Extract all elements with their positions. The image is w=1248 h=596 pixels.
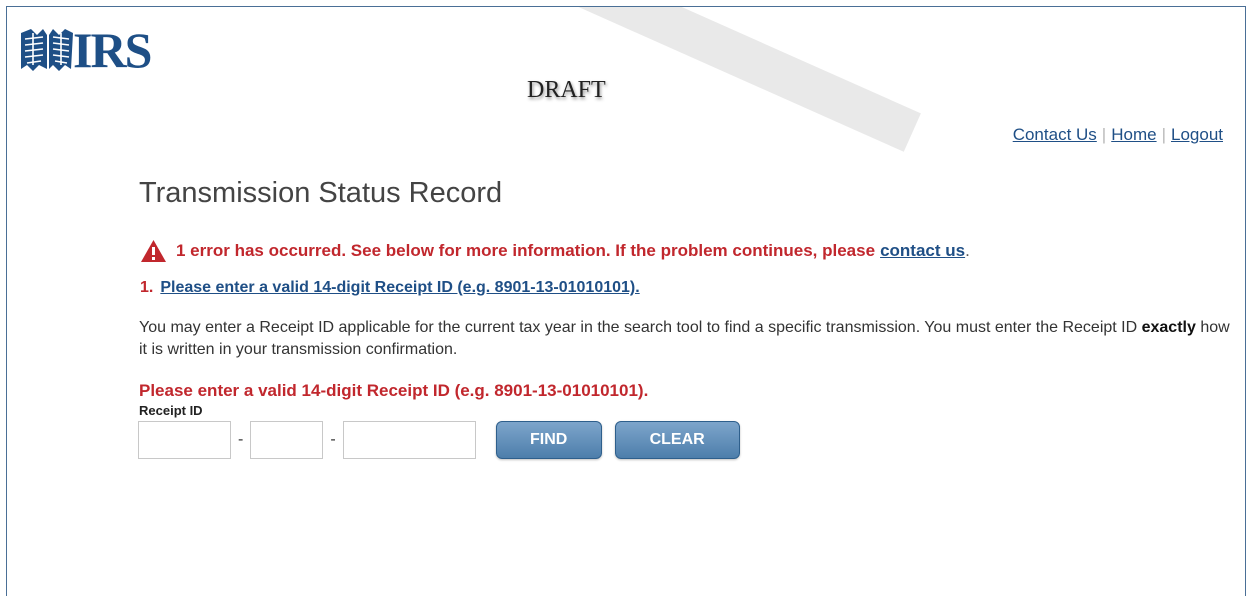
error-item-link[interactable]: Please enter a valid 14-digit Receipt ID… xyxy=(160,279,639,296)
logo-text: IRS xyxy=(73,22,152,78)
instructions-text: You may enter a Receipt ID applicable fo… xyxy=(139,317,1239,361)
receipt-id-dash: - xyxy=(330,431,336,448)
receipt-id-field-error: Please enter a valid 14-digit Receipt ID… xyxy=(139,381,649,400)
nav-separator: | xyxy=(1161,125,1166,144)
receipt-id-label: Receipt ID xyxy=(139,403,203,418)
clear-button[interactable]: CLEAR xyxy=(614,421,740,459)
page-frame: IRS DRAFT Contact Us | Home | Logout Transmi… xyxy=(6,6,1246,596)
home-link[interactable]: Home xyxy=(1111,125,1156,144)
irs-eagle-seal-icon xyxy=(21,29,73,71)
diagonal-watermark-stroke xyxy=(574,7,921,152)
receipt-id-dash: - xyxy=(238,431,244,448)
irs-logo[interactable]: IRS xyxy=(17,22,152,78)
top-navigation: Contact Us | Home | Logout xyxy=(1013,125,1223,145)
receipt-id-part-3-input[interactable] xyxy=(342,421,476,459)
warning-triangle-icon xyxy=(141,240,166,262)
instructions-emphasis: exactly xyxy=(1141,319,1196,336)
receipt-id-input-group: - - FIND CLEAR xyxy=(138,421,740,459)
error-summary: 1 error has occurred. See below for more… xyxy=(140,239,970,263)
error-summary-period: . xyxy=(965,241,970,260)
instructions-part-1: You may enter a Receipt ID applicable fo… xyxy=(139,319,1138,336)
logout-link[interactable]: Logout xyxy=(1171,125,1223,144)
error-list-item: 1. Please enter a valid 14-digit Receipt … xyxy=(140,279,640,297)
error-item-number: 1. xyxy=(140,279,154,296)
find-button[interactable]: FIND xyxy=(495,421,602,459)
nav-separator: | xyxy=(1101,125,1107,144)
contact-us-error-link[interactable]: contact us xyxy=(880,241,965,261)
page-title: Transmission Status Record xyxy=(139,177,503,209)
draft-watermark: DRAFT xyxy=(527,77,606,103)
receipt-id-part-1-input[interactable] xyxy=(138,421,231,459)
error-summary-text: 1 error has occurred. See below for more… xyxy=(176,241,876,260)
contact-us-link[interactable]: Contact Us xyxy=(1013,125,1097,144)
receipt-id-part-2-input[interactable] xyxy=(250,421,324,459)
